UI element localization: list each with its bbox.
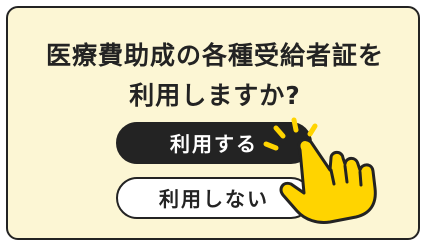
use-button[interactable]: 利用する bbox=[116, 122, 312, 164]
not-use-button[interactable]: 利用しない bbox=[116, 177, 312, 219]
question-line-2: 利用しますか? bbox=[129, 81, 301, 110]
question-line-1: 医療費助成の各種受給者証を bbox=[45, 41, 384, 70]
dialog-question: 医療費助成の各種受給者証を 利用しますか? bbox=[8, 36, 422, 116]
screen: 医療費助成の各種受給者証を 利用しますか? 利用する 利用しない bbox=[0, 0, 432, 252]
confirm-dialog: 医療費助成の各種受給者証を 利用しますか? 利用する 利用しない bbox=[6, 6, 420, 240]
